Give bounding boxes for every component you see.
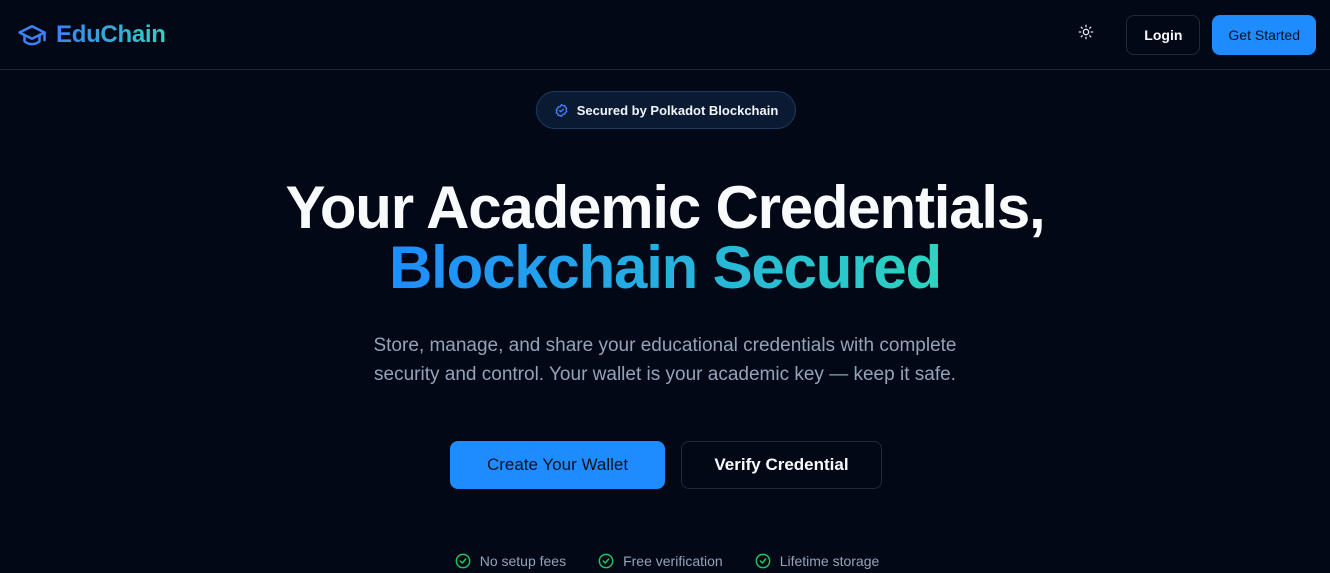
header-actions: Login Get Started: [1066, 14, 1316, 55]
security-badge: Secured by Polkadot Blockchain: [536, 91, 796, 129]
feature-item: No setup fees: [455, 553, 566, 569]
brand-name: EduChain: [56, 20, 166, 48]
theme-toggle-button[interactable]: [1066, 15, 1106, 55]
login-button[interactable]: Login: [1126, 14, 1201, 55]
get-started-button[interactable]: Get Started: [1212, 14, 1316, 55]
sun-icon: [1078, 24, 1094, 45]
feature-label: Lifetime storage: [779, 553, 880, 569]
verify-credential-button[interactable]: Verify Credential: [681, 441, 882, 489]
feature-label: No setup fees: [479, 553, 567, 569]
feature-item: Free verification: [598, 553, 723, 569]
hero-subtitle-line1: Store, manage, and share your educationa…: [373, 335, 957, 356]
feature-item: Lifetime storage: [755, 553, 880, 569]
create-wallet-button[interactable]: Create Your Wallet: [450, 441, 665, 489]
check-circle-icon: [455, 553, 471, 569]
brand[interactable]: EduChain: [16, 19, 166, 51]
hero-title-line1: Your Academic Credentials,: [285, 174, 1045, 241]
hero-title-line2: Blockchain Secured: [389, 234, 942, 301]
hero-subtitle-line2: security and control. Your wallet is you…: [374, 364, 956, 385]
top-nav: EduChain Login Get Started: [0, 0, 1330, 70]
check-circle-icon: [598, 553, 614, 569]
feature-list: No setup fees Free verification Lifetime…: [0, 553, 1330, 569]
feature-label: Free verification: [623, 553, 723, 569]
badge-text: Secured by Polkadot Blockchain: [576, 102, 779, 118]
shield-check-icon: [554, 103, 569, 118]
graduation-cap-icon: [16, 19, 48, 51]
hero-title: Your Academic Credentials, Blockchain Se…: [0, 178, 1330, 298]
cta-row: Create Your Wallet Verify Credential: [450, 441, 882, 489]
hero-subtitle: Store, manage, and share your educationa…: [0, 331, 1330, 389]
check-circle-icon: [755, 553, 771, 569]
